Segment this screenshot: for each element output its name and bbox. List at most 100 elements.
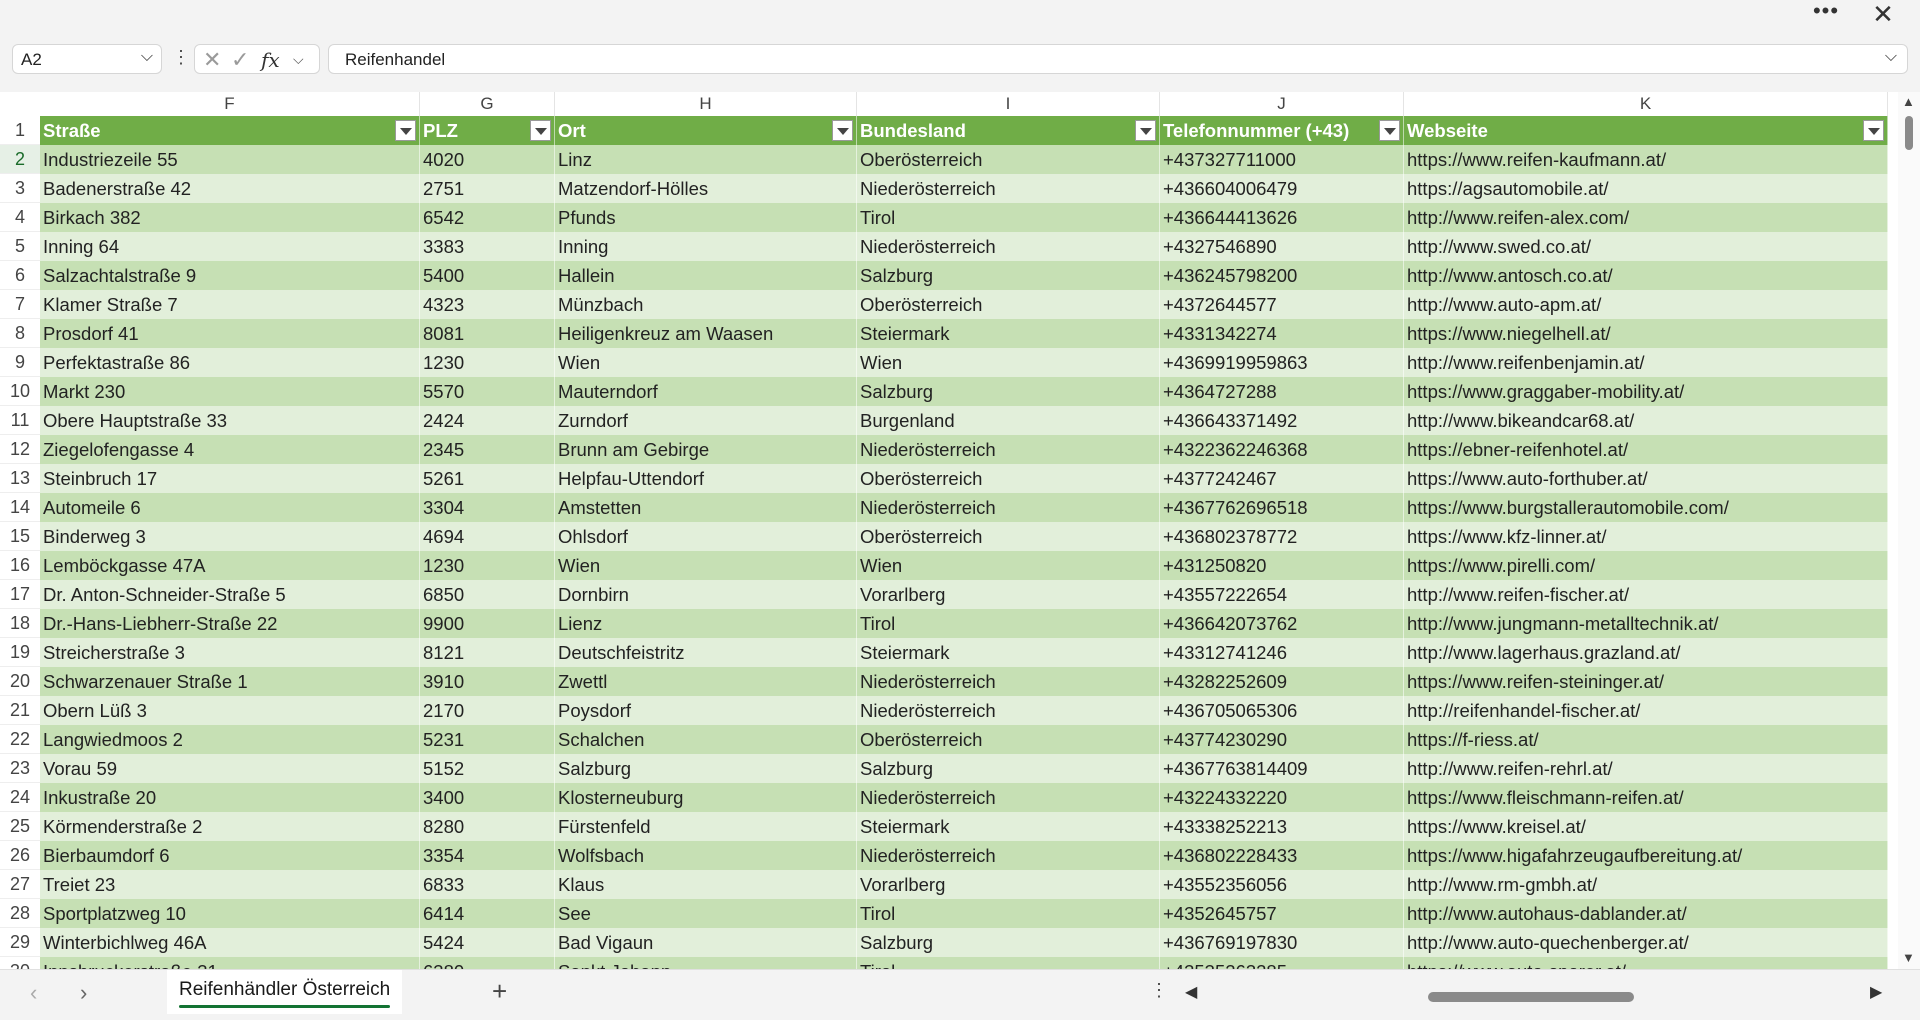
cell-plz[interactable]: 8081 <box>420 319 555 348</box>
cell-strasse[interactable]: Salzachtalstraße 9 <box>40 261 420 290</box>
plus-icon[interactable]: + <box>492 976 507 1007</box>
cell-webseite[interactable]: http://www.reifen-alex.com/ <box>1404 203 1888 232</box>
cell-bundesland[interactable]: Burgenland <box>857 406 1160 435</box>
expand-formula-icon[interactable]: ⌵ <box>1885 48 1897 66</box>
row-number[interactable]: 19 <box>0 638 40 667</box>
row-number[interactable]: 21 <box>0 696 40 725</box>
cell-strasse[interactable]: Schwarzenauer Straße 1 <box>40 667 420 696</box>
cell-bundesland[interactable]: Salzburg <box>857 928 1160 957</box>
row-number[interactable]: 30 <box>0 957 40 969</box>
cell-bundesland[interactable]: Steiermark <box>857 319 1160 348</box>
cell-plz[interactable]: 2345 <box>420 435 555 464</box>
select-all-corner[interactable] <box>0 92 40 116</box>
scroll-up-icon[interactable]: ▲ <box>1902 94 1915 109</box>
cell-strasse[interactable]: Innsbruckerstraße 31 <box>40 957 420 969</box>
cell-strasse[interactable]: Obere Hauptstraße 33 <box>40 406 420 435</box>
column-header-k[interactable]: K <box>1404 92 1888 116</box>
row-number[interactable]: 4 <box>0 203 40 232</box>
cell-ort[interactable]: Lienz <box>555 609 857 638</box>
cell-webseite[interactable]: https://www.pirelli.com/ <box>1404 551 1888 580</box>
cell-strasse[interactable]: Automeile 6 <box>40 493 420 522</box>
table-header-cell[interactable]: Telefonnummer (+43) <box>1160 116 1404 145</box>
name-box[interactable]: A2 ⌵ <box>12 44 162 74</box>
cell-webseite[interactable]: https://www.niegelhell.at/ <box>1404 319 1888 348</box>
cell-bundesland[interactable]: Oberösterreich <box>857 290 1160 319</box>
cell-telefon[interactable]: +431250820 <box>1160 551 1404 580</box>
cell-strasse[interactable]: Badenerstraße 42 <box>40 174 420 203</box>
cell-telefon[interactable]: +4372644577 <box>1160 290 1404 319</box>
table-header-cell[interactable]: Webseite <box>1404 116 1888 145</box>
cell-strasse[interactable]: Inning 64 <box>40 232 420 261</box>
cell-strasse[interactable]: Klamer Straße 7 <box>40 290 420 319</box>
cell-plz[interactable]: 6380 <box>420 957 555 969</box>
cell-telefon[interactable]: +4327546890 <box>1160 232 1404 261</box>
cell-telefon[interactable]: +436642073762 <box>1160 609 1404 638</box>
cell-ort[interactable]: Brunn am Gebirge <box>555 435 857 464</box>
cell-strasse[interactable]: Körmenderstraße 2 <box>40 812 420 841</box>
row-number[interactable]: 11 <box>0 406 40 435</box>
cell-webseite[interactable]: http://reifenhandel-fischer.at/ <box>1404 696 1888 725</box>
formula-bar-more-icon[interactable]: ⋮ <box>172 46 190 68</box>
cell-telefon[interactable]: +437327711000 <box>1160 145 1404 174</box>
cell-bundesland[interactable]: Salzburg <box>857 754 1160 783</box>
cell-telefon[interactable]: +43774230290 <box>1160 725 1404 754</box>
cell-plz[interactable]: 4694 <box>420 522 555 551</box>
row-number[interactable]: 17 <box>0 580 40 609</box>
cancel-icon[interactable]: ✕ <box>203 47 221 73</box>
cell-strasse[interactable]: Perfektastraße 86 <box>40 348 420 377</box>
cell-telefon[interactable]: +4377242467 <box>1160 464 1404 493</box>
cell-webseite[interactable]: https://www.auto-forthuber.at/ <box>1404 464 1888 493</box>
cell-strasse[interactable]: Vorau 59 <box>40 754 420 783</box>
cell-plz[interactable]: 6850 <box>420 580 555 609</box>
cell-plz[interactable]: 3304 <box>420 493 555 522</box>
cell-plz[interactable]: 5424 <box>420 928 555 957</box>
cell-webseite[interactable]: https://ebner-reifenhotel.at/ <box>1404 435 1888 464</box>
cell-bundesland[interactable]: Niederösterreich <box>857 232 1160 261</box>
cell-ort[interactable]: Linz <box>555 145 857 174</box>
cell-telefon[interactable]: +4364727288 <box>1160 377 1404 406</box>
cell-bundesland[interactable]: Tirol <box>857 609 1160 638</box>
cell-webseite[interactable]: http://www.reifen-fischer.at/ <box>1404 580 1888 609</box>
cell-strasse[interactable]: Industriezeile 55 <box>40 145 420 174</box>
table-header-cell[interactable]: PLZ <box>420 116 555 145</box>
cell-webseite[interactable]: https://f-riess.at/ <box>1404 725 1888 754</box>
cell-webseite[interactable]: http://www.antosch.co.at/ <box>1404 261 1888 290</box>
cell-telefon[interactable]: +436604006479 <box>1160 174 1404 203</box>
row-number[interactable]: 15 <box>0 522 40 551</box>
cell-plz[interactable]: 2424 <box>420 406 555 435</box>
filter-dropdown-icon[interactable] <box>530 120 551 141</box>
cell-strasse[interactable]: Inkustraße 20 <box>40 783 420 812</box>
scroll-right-icon[interactable]: ▶ <box>1870 982 1882 1002</box>
cell-strasse[interactable]: Prosdorf 41 <box>40 319 420 348</box>
cell-webseite[interactable]: https://www.kfz-linner.at/ <box>1404 522 1888 551</box>
cell-ort[interactable]: Schalchen <box>555 725 857 754</box>
close-icon[interactable]: ✕ <box>1868 0 1898 30</box>
cell-webseite[interactable]: http://www.swed.co.at/ <box>1404 232 1888 261</box>
row-number[interactable]: 10 <box>0 377 40 406</box>
row-number[interactable]: 8 <box>0 319 40 348</box>
cell-ort[interactable]: Münzbach <box>555 290 857 319</box>
cell-ort[interactable]: Sankt Johann <box>555 957 857 969</box>
cell-webseite[interactable]: https://www.burgstallerautomobile.com/ <box>1404 493 1888 522</box>
cell-plz[interactable]: 3383 <box>420 232 555 261</box>
cell-bundesland[interactable]: Niederösterreich <box>857 667 1160 696</box>
cell-plz[interactable]: 3400 <box>420 783 555 812</box>
cell-telefon[interactable]: +436245798200 <box>1160 261 1404 290</box>
cell-bundesland[interactable]: Niederösterreich <box>857 696 1160 725</box>
cell-ort[interactable]: Matzendorf-Hölles <box>555 174 857 203</box>
cell-bundesland[interactable]: Salzburg <box>857 377 1160 406</box>
sheet-options-icon[interactable]: ⋮ <box>1150 980 1168 1001</box>
cell-webseite[interactable]: https://www.higafahrzeugaufbereitung.at/ <box>1404 841 1888 870</box>
cell-telefon[interactable]: +436644413626 <box>1160 203 1404 232</box>
cell-webseite[interactable]: http://www.autohaus-dablander.at/ <box>1404 899 1888 928</box>
cell-plz[interactable]: 2170 <box>420 696 555 725</box>
row-number[interactable]: 22 <box>0 725 40 754</box>
cell-bundesland[interactable]: Oberösterreich <box>857 464 1160 493</box>
column-header-i[interactable]: I <box>857 92 1160 116</box>
row-number[interactable]: 26 <box>0 841 40 870</box>
cell-plz[interactable]: 3910 <box>420 667 555 696</box>
cell-strasse[interactable]: Obern Lüß 3 <box>40 696 420 725</box>
filter-dropdown-icon[interactable] <box>1379 120 1400 141</box>
cell-bundesland[interactable]: Wien <box>857 551 1160 580</box>
cell-telefon[interactable]: +4331342274 <box>1160 319 1404 348</box>
